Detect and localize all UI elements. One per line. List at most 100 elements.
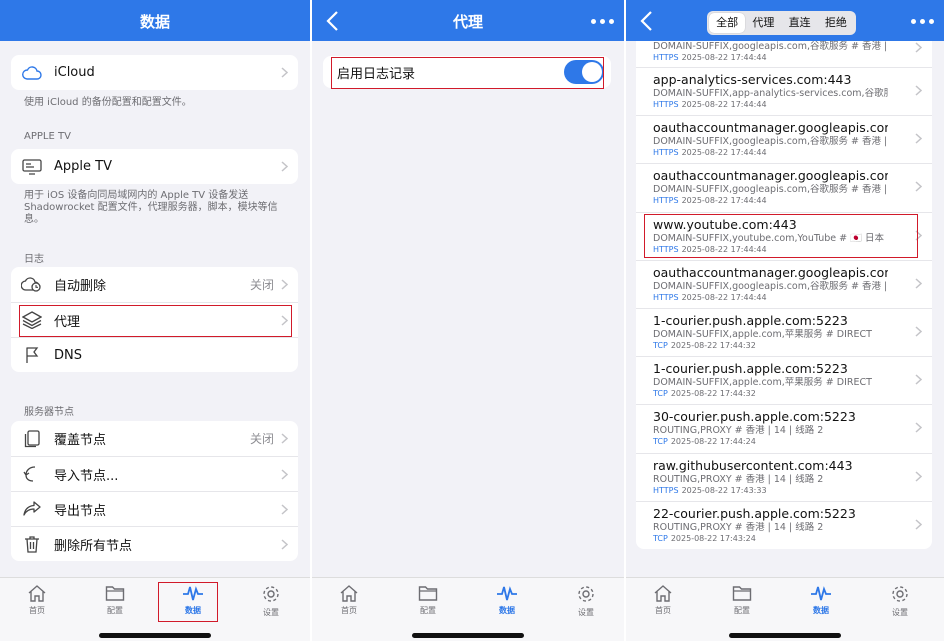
log-rule: DOMAIN-SUFFIX,apple.com,苹果服务 # DIRECT [653, 377, 872, 389]
tab-bar: 首页 配置 数据 设置 [626, 577, 944, 641]
log-host: 1-courier.push.apple.com:5223 [653, 361, 848, 377]
chevron-right-icon [915, 422, 922, 433]
log-time: 2025-08-22 17:44:44 [681, 53, 767, 62]
log-time: 2025-08-22 17:44:32 [670, 340, 756, 350]
log-entry[interactable]: DOMAIN-SUFFIX,googleapis.com,谷歌服务 # 香港 |… [636, 41, 932, 67]
chevron-right-icon [281, 67, 288, 78]
log-host: oauthaccountmanager.googleapis.com:4... [653, 120, 888, 136]
tab-data[interactable]: 数据 [487, 584, 527, 616]
home-indicator [412, 633, 524, 638]
log-meta: HTTPS 2025-08-22 17:44:44 [653, 196, 932, 206]
log-entry[interactable]: oauthaccountmanager.googleapis.com:4... … [636, 115, 932, 163]
log-host: 1-courier.push.apple.com:5223 [653, 312, 848, 328]
dns-log-label: DNS [54, 347, 82, 363]
tab-home[interactable]: 首页 [17, 584, 57, 616]
tab-config[interactable]: 配置 [722, 584, 762, 616]
tab-label: 配置 [420, 606, 436, 615]
chevron-right-icon [915, 326, 922, 337]
auto-delete-label: 自动删除 [54, 279, 107, 294]
tab-label: 首页 [29, 606, 45, 615]
auto-delete-row[interactable]: 自动删除 关闭 [11, 267, 298, 302]
highlight-box-proxy [19, 305, 292, 337]
share-icon [21, 498, 43, 520]
folder-icon [732, 586, 752, 601]
log-protocol: TCP [653, 340, 668, 350]
log-entry[interactable]: 30-courier.push.apple.com:5223 ROUTING,P… [636, 404, 932, 452]
log-entry[interactable]: raw.githubusercontent.com:443 ROUTING,PR… [636, 452, 932, 501]
tab-settings[interactable]: 设置 [251, 584, 291, 618]
segment-proxy[interactable]: 代理 [745, 13, 781, 33]
more-icon[interactable] [591, 19, 614, 24]
chevron-right-icon [915, 133, 922, 144]
override-nodes-value: 关闭 [249, 432, 274, 446]
log-entry[interactable]: app-analytics-services.com:443 DOMAIN-SU… [636, 67, 932, 115]
activity-icon [497, 586, 517, 601]
chevron-right-icon [281, 279, 288, 290]
dns-log-row[interactable]: DNS [11, 337, 298, 372]
filter-segmented-control: 全部 代理 直连 拒绝 [707, 11, 856, 35]
override-nodes-row[interactable]: 覆盖节点 关闭 [11, 421, 298, 456]
more-icon[interactable] [911, 19, 934, 24]
log-entry[interactable]: oauthaccountmanager.googleapis.com:4... … [636, 259, 932, 308]
import-nodes-label: 导入节点... [54, 468, 119, 484]
log-rule: DOMAIN-SUFFIX,googleapis.com,谷歌服务 # 香港 |… [653, 280, 888, 292]
page-title: 数据 [139, 13, 170, 31]
log-time: 2025-08-22 17:43:24 [670, 533, 756, 543]
icloud-card: iCloud [11, 55, 298, 90]
log-time: 2025-08-22 17:44:32 [670, 389, 756, 399]
log-entry[interactable]: 1-courier.push.apple.com:5223 DOMAIN-SUF… [636, 307, 932, 356]
log-protocol: HTTPS [653, 148, 679, 158]
section-header-appletv: APPLE TV [24, 131, 71, 142]
folder-icon [105, 586, 125, 601]
log-entry[interactable]: 22-courier.push.apple.com:5223 ROUTING,P… [636, 500, 932, 549]
tab-home[interactable]: 首页 [643, 584, 683, 616]
tv-icon [21, 156, 43, 178]
tab-settings[interactable]: 设置 [880, 584, 920, 618]
delete-all-nodes-row[interactable]: 删除所有节点 [11, 526, 298, 561]
segment-all[interactable]: 全部 [709, 13, 746, 33]
data-screen: 数据 iCloud 使用 iCloud 的备份配置和配置文件。 APPLE TV… [0, 0, 310, 641]
page-title: 代理 [452, 13, 483, 31]
home-indicator [729, 633, 841, 638]
chevron-right-icon [915, 519, 922, 530]
segment-reject[interactable]: 拒绝 [818, 13, 854, 33]
export-nodes-row[interactable]: 导出节点 [11, 491, 298, 526]
auto-delete-value: 关闭 [249, 278, 274, 292]
log-rule: ROUTING,PROXY # 香港 | 14 | 线路 2 [653, 425, 824, 437]
chevron-right-icon [281, 161, 288, 172]
gear-icon [263, 586, 279, 602]
tab-data[interactable]: 数据 [801, 584, 841, 616]
log-entry[interactable]: oauthaccountmanager.googleapis.com:4... … [636, 163, 932, 211]
back-chevron-icon[interactable] [638, 10, 658, 32]
log-entry[interactable]: 1-courier.push.apple.com:5223 DOMAIN-SUF… [636, 356, 932, 404]
log-rule: ROUTING,PROXY # 香港 | 14 | 线路 2 [653, 473, 824, 485]
tab-label: 设置 [263, 608, 279, 617]
log-time: 2025-08-22 17:44:44 [681, 100, 767, 109]
log-rule: DOMAIN-SUFFIX,googleapis.com,谷歌服务 # 香港 |… [653, 184, 888, 196]
import-nodes-row[interactable]: 导入节点... [11, 456, 298, 491]
log-rule: DOMAIN-SUFFIX,apple.com,苹果服务 # DIRECT [653, 328, 872, 340]
tab-settings[interactable]: 设置 [566, 584, 606, 618]
chevron-right-icon [915, 42, 922, 53]
log-time: 2025-08-22 17:44:24 [670, 437, 756, 447]
tab-config[interactable]: 配置 [95, 584, 135, 616]
tab-label: 设置 [892, 608, 908, 617]
log-protocol: HTTPS [653, 196, 679, 206]
segment-direct[interactable]: 直连 [782, 13, 818, 33]
log-host: app-analytics-services.com:443 [653, 72, 852, 87]
connection-log-screen: 全部 代理 直连 拒绝 DOMAIN-SUFFIX,googleapis.com… [626, 0, 944, 641]
chevron-right-icon [915, 470, 922, 482]
tab-config[interactable]: 配置 [408, 584, 448, 616]
log-rule: DOMAIN-SUFFIX,googleapis.com,谷歌服务 # 香港 |… [653, 136, 888, 148]
log-time: 2025-08-22 17:44:44 [681, 148, 767, 158]
icloud-row[interactable]: iCloud [11, 55, 298, 90]
tab-label: 数据 [499, 606, 515, 615]
section-header-nodes: 服务器节点 [24, 407, 74, 418]
nav-bar: 全部 代理 直连 拒绝 [626, 0, 944, 41]
appletv-row[interactable]: Apple TV [11, 149, 298, 184]
log-meta: HTTPS 2025-08-22 17:44:44 [653, 293, 932, 303]
gear-icon [578, 586, 594, 602]
tab-label: 首页 [655, 606, 671, 615]
log-protocol: TCP [653, 389, 668, 399]
tab-home[interactable]: 首页 [329, 584, 369, 616]
